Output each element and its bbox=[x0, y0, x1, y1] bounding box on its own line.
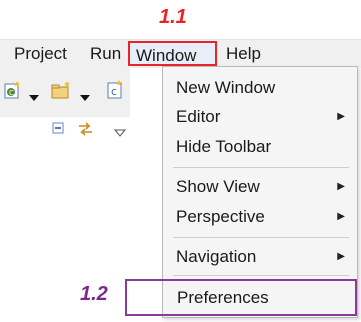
dropdown-arrow-icon[interactable] bbox=[80, 88, 90, 106]
dropdown-arrow-icon[interactable] bbox=[29, 88, 39, 106]
new-package-icon[interactable] bbox=[50, 79, 74, 106]
menu-item-perspective[interactable]: Perspective ▶ bbox=[163, 203, 357, 231]
submenu-arrow-icon: ▶ bbox=[337, 251, 345, 262]
menu-help[interactable]: Help bbox=[222, 40, 265, 68]
collapse-all-icon[interactable] bbox=[50, 120, 68, 142]
menu-item-navigation[interactable]: Navigation ▶ bbox=[163, 243, 357, 271]
submenu-arrow-icon: ▶ bbox=[337, 111, 345, 122]
new-class-icon[interactable]: C bbox=[2, 79, 24, 106]
menu-separator bbox=[173, 167, 349, 168]
menu-item-editor[interactable]: Editor ▶ bbox=[163, 103, 357, 131]
submenu-arrow-icon: ▶ bbox=[337, 211, 345, 222]
menu-item-label: Show View bbox=[176, 177, 260, 196]
menu-separator bbox=[173, 237, 349, 238]
menu-item-hide-toolbar[interactable]: Hide Toolbar bbox=[163, 133, 357, 161]
menu-separator bbox=[173, 275, 349, 276]
preferences-highlight-box bbox=[125, 279, 357, 316]
menu-item-label: Navigation bbox=[176, 247, 257, 266]
menu-project[interactable]: Project bbox=[10, 40, 71, 68]
link-with-editor-icon[interactable] bbox=[76, 120, 96, 142]
menu-item-new-window[interactable]: New Window bbox=[163, 74, 357, 102]
step-annotation-1-2: 1.2 bbox=[80, 283, 108, 305]
submenu-arrow-icon: ▶ bbox=[337, 181, 345, 192]
menu-bar: Project Run Window Help bbox=[0, 39, 361, 68]
view-menu-icon[interactable] bbox=[113, 124, 127, 146]
menu-item-label: Editor bbox=[176, 107, 221, 126]
main-toolbar: C c bbox=[0, 67, 130, 117]
menu-window[interactable]: Window bbox=[128, 41, 217, 66]
svg-text:c: c bbox=[111, 85, 117, 98]
new-type-icon[interactable]: c bbox=[104, 79, 126, 106]
menu-item-label: Hide Toolbar bbox=[176, 137, 272, 156]
svg-text:C: C bbox=[9, 89, 14, 97]
menu-run[interactable]: Run bbox=[86, 40, 125, 68]
menu-item-label: New Window bbox=[176, 78, 276, 97]
menu-item-show-view[interactable]: Show View ▶ bbox=[163, 173, 357, 201]
step-annotation-1-1: 1.1 bbox=[159, 6, 187, 28]
menu-item-label: Perspective bbox=[176, 207, 265, 226]
